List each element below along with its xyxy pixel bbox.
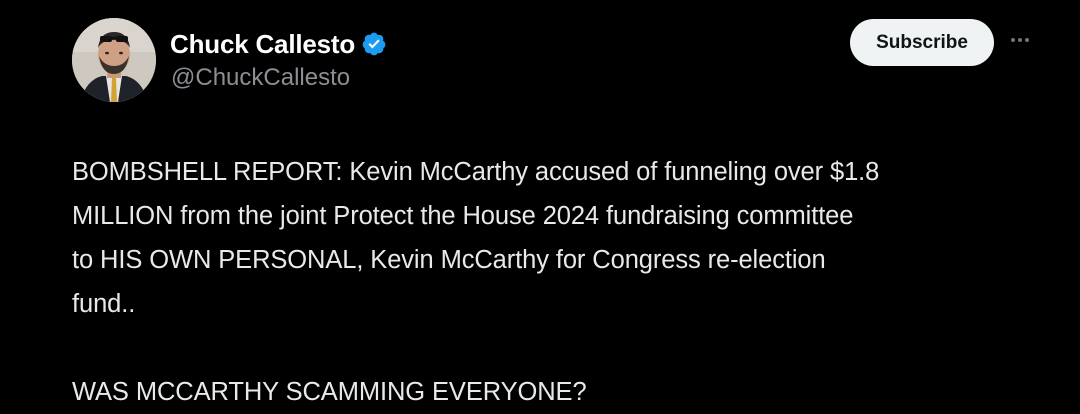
ellipsis-dot [1018,38,1022,42]
author-name-row[interactable]: Chuck Callesto [170,28,387,60]
tweet-line: BOMBSHELL REPORT: Kevin McCarthy accused… [72,158,880,186]
tweet-paragraph-1: BOMBSHELL REPORT: Kevin McCarthy accused… [72,150,1032,326]
avatar[interactable] [72,18,156,102]
tweet-line: to HIS OWN PERSONAL, Kevin McCarthy for … [72,246,826,274]
author-handle[interactable]: @ChuckCallesto [171,64,350,92]
ellipsis-dot [1011,38,1015,42]
profile-photo [72,18,156,102]
verified-badge-icon[interactable] [361,31,387,57]
ellipsis-dot [1025,38,1029,42]
author-display-name[interactable]: Chuck Callesto [170,29,355,60]
tweet-paragraph-2: WAS MCCARTHY SCAMMING EVERYONE? [72,370,1032,414]
subscribe-button[interactable]: Subscribe [850,19,994,66]
previous-post-remnant [160,0,420,2]
tweet-text: BOMBSHELL REPORT: Kevin McCarthy accused… [72,150,1032,414]
tweet-line: MILLION from the joint Protect the House… [72,202,854,230]
ellipsis-icon[interactable] [1004,28,1036,52]
tweet-line: fund.. [72,290,136,318]
tweet-line: WAS MCCARTHY SCAMMING EVERYONE? [72,378,587,406]
